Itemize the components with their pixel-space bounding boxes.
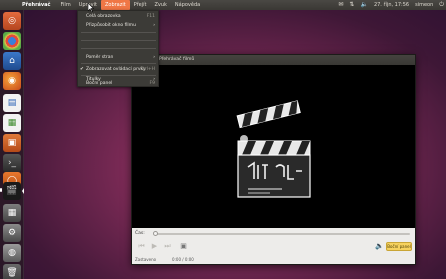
software-center-icon[interactable]: ▣ [3, 134, 21, 152]
menu-separator [81, 48, 156, 49]
video-window: Přehrávač filmů Čas: ⏮ ▶ ⏭ ▣ 🔈 Boční pan… [131, 54, 416, 265]
video-area[interactable] [132, 65, 415, 228]
menu-zvuk[interactable]: Zvuk [150, 0, 170, 10]
indicators: ✉ ⇅ 🔈 27. říjn, 17:56 simeon ⏻ [332, 0, 444, 10]
seek-bar[interactable] [154, 233, 410, 235]
menu-separator [81, 63, 156, 64]
menu-item-fit-window[interactable]: Přizpůsobit okno filmu › [78, 22, 158, 30]
window-title-bar[interactable]: Přehrávač filmů [132, 55, 415, 65]
running-indicator [0, 188, 2, 192]
menu-film[interactable]: Film [57, 0, 75, 10]
chevron-right-icon: › [153, 23, 155, 28]
play-icon[interactable]: ▶ [150, 242, 159, 251]
app-name: Přehrávač [22, 2, 51, 8]
checkmark-icon: ✔ [80, 67, 84, 72]
volume-icon[interactable]: 🔈 [375, 242, 384, 251]
seek-label: Čas: [135, 231, 145, 236]
menu-item-label: Boční panel [86, 81, 113, 86]
controls-panel: Čas: ⏮ ▶ ⏭ ▣ 🔈 Boční panel Zastaveno 0:0… [132, 228, 415, 264]
menu-napoveda[interactable]: Nápověda [171, 0, 204, 10]
menu-item-sidebar[interactable]: Boční panel F9 [78, 81, 158, 87]
firefox-icon[interactable]: ◉ [3, 72, 21, 90]
menu-zobrazit[interactable]: Zobrazit [100, 0, 130, 10]
menu-item-shortcut: F9 [149, 81, 155, 86]
mail-icon[interactable]: ✉ [338, 0, 343, 10]
menubar: Film Upravit Zobrazit Přejít Zvuk Nápově… [57, 0, 205, 10]
settings-icon[interactable]: ⚙ [3, 224, 21, 242]
next-icon[interactable]: ⏭ [163, 242, 172, 251]
menu-item-shortcut: Ctrl+H [139, 67, 155, 72]
menu-item-label: Přizpůsobit okno filmu [86, 23, 136, 28]
chevron-right-icon: › [153, 55, 155, 60]
disk-icon[interactable]: ◍ [3, 244, 21, 262]
menu-item-label: Poměr stran [86, 55, 114, 60]
user-name[interactable]: simeon [415, 0, 433, 10]
terminal-icon[interactable]: ›_ [3, 154, 21, 172]
clock[interactable]: 27. říjn, 17:56 [374, 0, 409, 10]
chromium-icon[interactable] [3, 32, 21, 50]
writer-icon[interactable]: ▤ [3, 94, 21, 112]
active-indicator [22, 188, 24, 194]
workspaces-icon[interactable]: ▦ [3, 204, 21, 222]
menu-item-fullscreen[interactable]: Celá obrazovka F11 [78, 13, 158, 21]
network-icon[interactable]: ⇅ [349, 0, 354, 10]
dash-icon[interactable]: ◎ [3, 12, 21, 30]
menu-separator [81, 40, 156, 41]
menu-item-show-controls[interactable]: ✔ Zobrazovat ovládací prvky Ctrl+H [78, 66, 158, 74]
menu-item-label: Zobrazovat ovládací prvky [86, 67, 146, 72]
menu-item-aspect-ratio[interactable]: Poměr stran › [78, 54, 158, 62]
sidebar-button[interactable]: Boční panel [386, 242, 412, 251]
volume-icon[interactable]: 🔈 [360, 0, 367, 10]
mouse-cursor-icon [88, 3, 94, 12]
fullscreen-icon[interactable]: ▣ [179, 242, 188, 251]
launcher: ◎ ⌂ ◉ ▤ ▦ ▣ ›_ ◯ 🎬 ▦ ⚙ ◍ 🗑 [0, 10, 24, 279]
view-menu-dropdown: Celá obrazovka F11 Přizpůsobit okno film… [77, 10, 159, 87]
menu-prejit[interactable]: Přejít [130, 0, 151, 10]
top-panel: Přehrávač Film Upravit Zobrazit Přejít Z… [0, 0, 446, 10]
home-folder-icon[interactable]: ⌂ [3, 52, 21, 70]
power-icon[interactable]: ⏻ [439, 0, 444, 10]
previous-icon[interactable]: ⏮ [137, 242, 146, 251]
calc-icon[interactable]: ▦ [3, 114, 21, 132]
seek-handle[interactable] [153, 231, 158, 236]
window-title: Přehrávač filmů [159, 57, 195, 62]
menu-separator [81, 32, 156, 33]
menu-item-shortcut: F11 [146, 14, 155, 19]
time-readout: 0:00 / 0:00 [172, 257, 194, 262]
status-text: Zastaveno [135, 257, 157, 262]
trash-icon[interactable]: 🗑 [3, 264, 21, 279]
movie-player-icon[interactable]: 🎬 [3, 182, 21, 200]
menu-item-label: Celá obrazovka [86, 14, 121, 19]
clapperboard-icon [236, 100, 311, 198]
